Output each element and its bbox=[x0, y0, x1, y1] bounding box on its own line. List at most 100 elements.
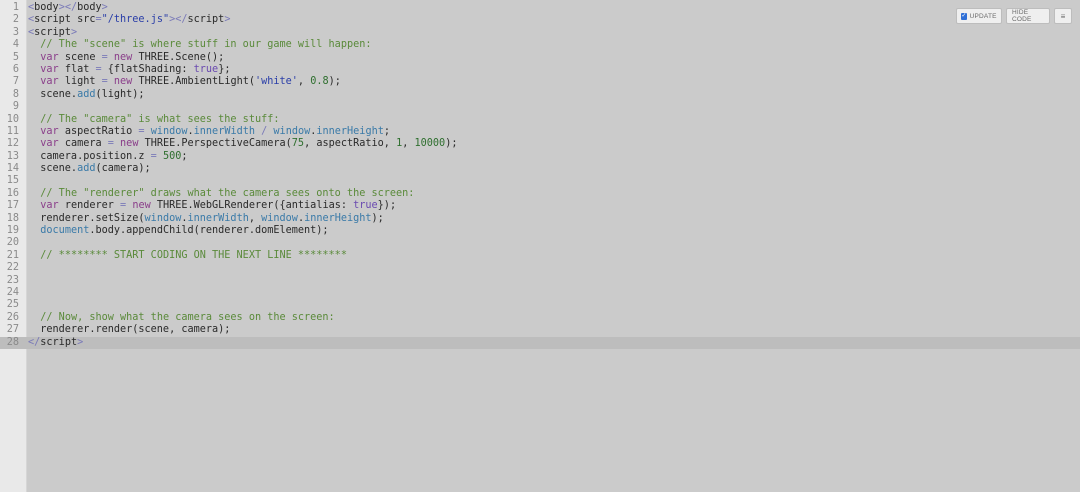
code-token: new bbox=[113, 76, 133, 88]
code-text[interactable]: renderer.render(scene, camera); bbox=[28, 324, 230, 336]
code-text[interactable]: <script src="/three.js"></script> bbox=[28, 14, 230, 26]
code-line[interactable]: 14 scene.add(camera); bbox=[0, 163, 1080, 175]
code-text[interactable]: var camera = new THREE.PerspectiveCamera… bbox=[28, 138, 457, 150]
code-line[interactable]: 27 renderer.render(scene, camera); bbox=[0, 324, 1080, 336]
checkbox-checked-icon[interactable]: ✓ bbox=[961, 12, 967, 20]
code-token: camera.position.z bbox=[28, 150, 151, 162]
code-line[interactable]: 9 bbox=[0, 101, 1080, 113]
code-line[interactable]: 22 bbox=[0, 262, 1080, 274]
code-line[interactable]: 4 // The "scene" is where stuff in our g… bbox=[0, 39, 1080, 51]
code-token: var bbox=[40, 138, 59, 150]
code-token: body bbox=[77, 2, 102, 13]
code-token: THREE.WebGLRenderer({antialias: bbox=[150, 200, 354, 212]
code-line[interactable]: 18 renderer.setSize(window.innerWidth, w… bbox=[0, 213, 1080, 225]
code-token: ></ bbox=[58, 2, 78, 13]
code-token: ); bbox=[445, 138, 458, 150]
line-number: 26 bbox=[6, 311, 19, 323]
code-line[interactable]: 20 bbox=[0, 237, 1080, 249]
code-token: innerHeight bbox=[316, 125, 384, 137]
line-number: 10 bbox=[6, 113, 19, 125]
code-token: script bbox=[34, 26, 71, 38]
line-number: 28 bbox=[6, 336, 19, 348]
line-number: 7 bbox=[12, 76, 19, 88]
code-line[interactable]: 25 bbox=[0, 299, 1080, 311]
code-line[interactable]: 10 // The "camera" is what sees the stuf… bbox=[0, 114, 1080, 126]
code-line[interactable]: 8 scene.add(light); bbox=[0, 89, 1080, 101]
code-line[interactable]: 28 </script> bbox=[0, 336, 1080, 349]
code-token: > bbox=[224, 14, 231, 26]
code-token: flat bbox=[58, 63, 96, 75]
code-line[interactable]: 7 var light = new THREE.AmbientLight('wh… bbox=[0, 76, 1080, 88]
code-line[interactable]: 16 // The "renderer" draws what the came… bbox=[0, 188, 1080, 200]
code-token: }); bbox=[377, 200, 397, 212]
code-token: 75 bbox=[291, 138, 305, 150]
code-text[interactable]: // ******** START CODING ON THE NEXT LIN… bbox=[28, 250, 347, 262]
code-line[interactable]: 19 document.body.appendChild(renderer.do… bbox=[0, 225, 1080, 237]
code-token: window bbox=[144, 212, 182, 224]
code-line[interactable]: 3 <script> bbox=[0, 27, 1080, 39]
code-token: var bbox=[40, 76, 59, 88]
code-editor[interactable]: 1 <body></body> 2 <script src="/three.js"><… bbox=[0, 0, 1080, 492]
code-text[interactable]: var renderer = new THREE.WebGLRenderer({… bbox=[28, 200, 396, 212]
hamburger-menu-icon[interactable]: ≡ bbox=[1054, 8, 1072, 24]
code-token: > bbox=[101, 2, 108, 13]
code-token: renderer.render(scene, camera); bbox=[28, 324, 231, 336]
line-number: 22 bbox=[6, 262, 19, 274]
line-number: 13 bbox=[6, 150, 19, 162]
code-line[interactable]: 1 <body></body> bbox=[0, 2, 1080, 14]
code-line[interactable]: 12 var camera = new THREE.PerspectiveCam… bbox=[0, 138, 1080, 150]
line-number: 19 bbox=[6, 225, 19, 237]
code-token: window bbox=[273, 125, 311, 137]
code-line[interactable]: 13 camera.position.z = 500; bbox=[0, 151, 1080, 163]
code-line[interactable]: 21 // ******** START CODING ON THE NEXT … bbox=[0, 250, 1080, 262]
line-number: 8 bbox=[12, 88, 19, 100]
code-text[interactable]: // The "scene" is where stuff in our gam… bbox=[28, 39, 371, 51]
code-line[interactable]: 23 bbox=[0, 275, 1080, 287]
code-token: , aspectRatio, bbox=[304, 138, 397, 150]
code-text[interactable]: camera.position.z = 500; bbox=[28, 150, 187, 163]
update-toggle-button[interactable]: ✓ UPDATE bbox=[956, 8, 1002, 24]
code-text[interactable]: // The "renderer" draws what the camera … bbox=[28, 188, 414, 200]
code-line[interactable]: 2 <script src="/three.js"></script> bbox=[0, 14, 1080, 26]
code-token: // The "camera" is what sees the stuff: bbox=[40, 113, 280, 125]
code-text[interactable]: var scene = new THREE.Scene(); bbox=[28, 52, 224, 64]
line-number: 11 bbox=[6, 125, 19, 137]
code-text[interactable]: </script> bbox=[28, 337, 83, 349]
code-text[interactable]: scene.add(camera); bbox=[28, 163, 150, 175]
code-token: innerWidth bbox=[187, 212, 249, 224]
code-token: src bbox=[77, 14, 96, 26]
code-line[interactable]: 26 // Now, show what the camera sees on … bbox=[0, 312, 1080, 324]
code-token: THREE.Scene(); bbox=[132, 51, 225, 63]
code-line[interactable]: 15 bbox=[0, 175, 1080, 187]
code-text[interactable]: <body></body> bbox=[28, 2, 108, 14]
code-token: script bbox=[40, 336, 78, 348]
code-line[interactable]: 24 bbox=[0, 287, 1080, 299]
line-number: 25 bbox=[6, 299, 19, 311]
code-token: new bbox=[113, 51, 133, 63]
code-text[interactable]: var aspectRatio = window.innerWidth / wi… bbox=[28, 126, 390, 138]
code-text[interactable]: <script> bbox=[28, 27, 77, 39]
code-text[interactable]: scene.add(light); bbox=[28, 88, 145, 101]
code-line[interactable]: 17 var renderer = new THREE.WebGLRendere… bbox=[0, 200, 1080, 212]
code-text[interactable]: var light = new THREE.AmbientLight('whit… bbox=[28, 76, 341, 88]
code-text[interactable]: // Now, show what the camera sees on the… bbox=[28, 312, 334, 324]
code-line[interactable]: 6 var flat = {flatShading: true}; bbox=[0, 64, 1080, 76]
code-token: "/three.js" bbox=[101, 14, 170, 26]
hide-code-button[interactable]: HIDE CODE bbox=[1006, 8, 1050, 24]
code-lines[interactable]: 1 <body></body> 2 <script src="/three.js"><… bbox=[0, 2, 1080, 349]
code-text[interactable]: document.body.appendChild(renderer.domEl… bbox=[28, 225, 328, 237]
code-token: (light); bbox=[95, 88, 145, 100]
code-text[interactable]: // The "camera" is what sees the stuff: bbox=[28, 114, 279, 126]
code-text[interactable]: renderer.setSize(window.innerWidth, wind… bbox=[28, 213, 384, 225]
code-token: // The "renderer" draws what the camera … bbox=[40, 187, 415, 199]
code-token: 10000 bbox=[414, 138, 446, 150]
code-line[interactable]: 5 var scene = new THREE.Scene(); bbox=[0, 52, 1080, 64]
code-line[interactable]: 11 var aspectRatio = window.innerWidth /… bbox=[0, 126, 1080, 138]
code-token: ); bbox=[328, 76, 341, 88]
code-text[interactable]: var flat = {flatShading: true}; bbox=[28, 64, 230, 76]
